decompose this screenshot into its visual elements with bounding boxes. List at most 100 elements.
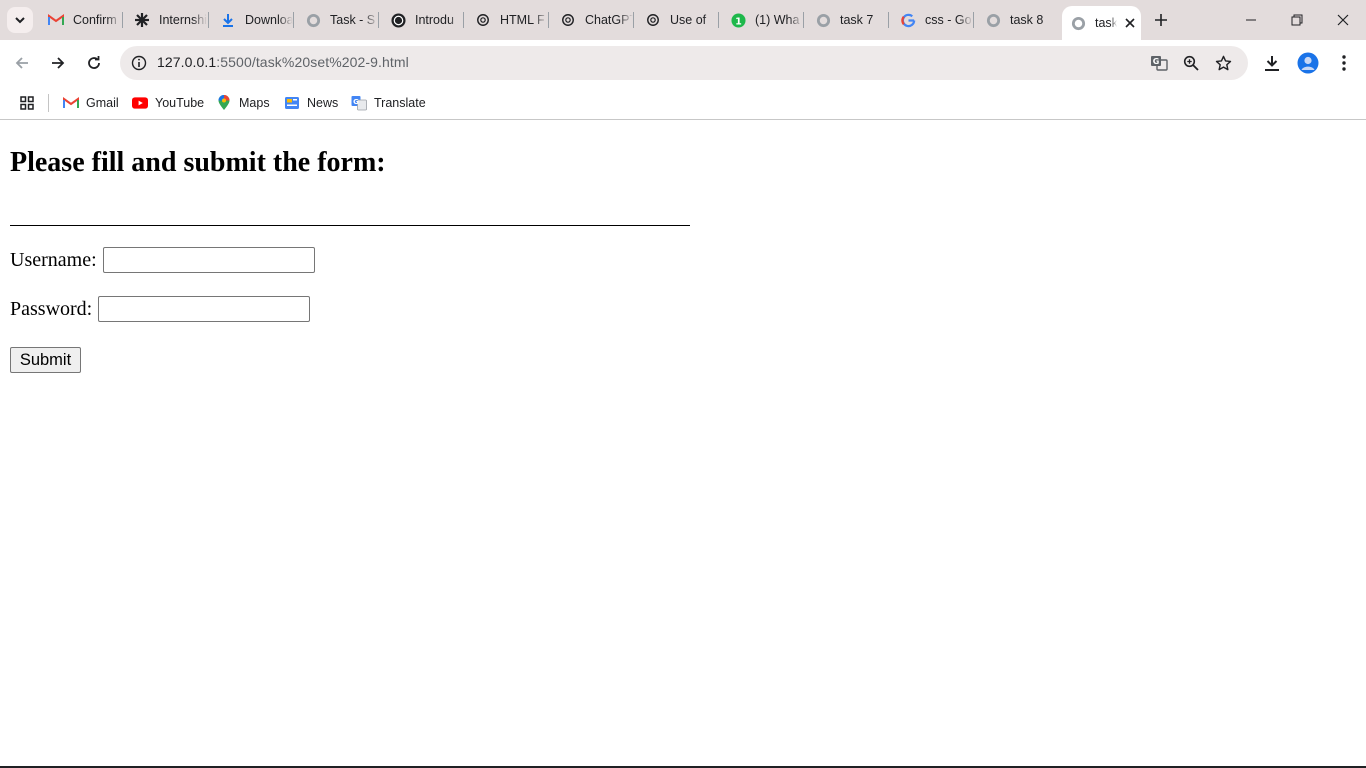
page-content: Please fill and submit the form: Usernam… <box>0 121 1366 766</box>
gmail-icon <box>48 12 64 28</box>
tab-5[interactable]: HTML F <box>475 0 548 40</box>
tab-title: Use of <box>670 13 707 27</box>
minimize-button[interactable] <box>1228 0 1274 40</box>
restore-icon <box>1291 14 1303 26</box>
tab-strip: Confirm Internship Downloads Task - S In… <box>0 0 1366 40</box>
tab-separator <box>888 12 889 28</box>
site-info-button[interactable] <box>126 50 152 76</box>
tab-title: Internship <box>159 13 207 27</box>
bookmark-translate[interactable]: G Translate <box>351 92 426 114</box>
bookmarks-bar: Gmail YouTube Maps News G Translate <box>0 86 1366 120</box>
tab-0[interactable]: Confirm <box>48 0 121 40</box>
restore-button[interactable] <box>1274 0 1320 40</box>
arrow-right-icon <box>52 57 65 69</box>
tab-separator <box>718 12 719 28</box>
google-icon <box>900 12 916 28</box>
back-button[interactable] <box>6 47 38 79</box>
bookmark-star-button[interactable] <box>1211 51 1235 75</box>
tab-2[interactable]: Downloads <box>220 0 293 40</box>
tab-title: Downloads <box>245 13 293 27</box>
tab-1[interactable]: Internship <box>134 0 207 40</box>
bookmark-label: YouTube <box>155 96 205 110</box>
tab-separator <box>293 12 294 28</box>
bookmark-maps[interactable]: Maps <box>216 92 270 114</box>
globe-icon <box>305 12 321 28</box>
bookmark-label: Maps <box>239 96 270 110</box>
tab-7[interactable]: Use of <box>645 0 718 40</box>
news-icon <box>284 95 300 111</box>
bookmark-youtube[interactable]: YouTube <box>132 92 204 114</box>
tab-title: task <box>1095 16 1117 30</box>
chevron-down-icon <box>15 17 25 24</box>
minimize-icon <box>1246 19 1256 21</box>
tab-title: task 8 <box>1010 13 1044 27</box>
toolbar: 127.0.0.1:5500/task%20set%202-9.html G <box>0 40 1366 86</box>
tab-title: css - Go <box>925 13 972 27</box>
zoom-in-icon <box>1183 55 1199 71</box>
tab-active[interactable]: task <box>1062 6 1141 40</box>
zoom-button[interactable] <box>1179 51 1203 75</box>
plus-icon <box>1155 14 1167 26</box>
username-label: Username: <box>10 248 97 271</box>
username-input[interactable] <box>102 247 315 273</box>
youtube-icon <box>132 95 148 111</box>
tab-title: HTML F <box>500 13 545 27</box>
address-bar[interactable]: 127.0.0.1:5500/task%20set%202-9.html G <box>120 46 1248 80</box>
tab-3[interactable]: Task - S <box>305 0 378 40</box>
url-text[interactable]: 127.0.0.1:5500/task%20set%202-9.html <box>157 54 409 70</box>
tab-4[interactable]: Introdu <box>390 0 463 40</box>
tab-separator <box>208 12 209 28</box>
bookmark-label: Translate <box>374 96 426 110</box>
close-tab-icon[interactable] <box>1125 18 1135 28</box>
download-icon <box>220 12 236 28</box>
profile-button[interactable] <box>1292 47 1324 79</box>
menu-button[interactable] <box>1328 47 1360 79</box>
close-icon <box>1337 14 1349 26</box>
apps-grid-icon <box>20 96 34 110</box>
submit-button[interactable]: Submit <box>10 347 81 373</box>
forward-button[interactable] <box>42 47 74 79</box>
tab-search-button[interactable] <box>7 7 33 33</box>
openai-icon <box>560 12 576 28</box>
close-window-button[interactable] <box>1320 0 1366 40</box>
maps-icon <box>216 95 232 111</box>
tab-6[interactable]: ChatGPT <box>560 0 633 40</box>
bookmarks-divider <box>48 94 49 112</box>
bookmark-news[interactable]: News <box>284 92 338 114</box>
globe-icon <box>985 12 1001 28</box>
apps-button[interactable] <box>16 92 38 114</box>
divider <box>10 225 690 226</box>
tab-separator <box>548 12 549 28</box>
tab-separator <box>973 12 974 28</box>
url-host: 127.0.0.1 <box>157 54 217 70</box>
gmail-icon <box>63 95 79 111</box>
downloads-button[interactable] <box>1256 47 1288 79</box>
new-tab-button[interactable] <box>1149 8 1173 32</box>
password-label: Password: <box>10 297 93 320</box>
translate-page-button[interactable]: G <box>1147 51 1171 75</box>
arrow-left-icon <box>15 57 28 69</box>
globe-icon <box>1070 15 1086 31</box>
tab-title: Introdu <box>415 13 454 27</box>
tab-11[interactable]: task 8 <box>985 0 1058 40</box>
openai-icon <box>645 12 661 28</box>
tab-9[interactable]: task 7 <box>815 0 888 40</box>
openai-icon <box>475 12 491 28</box>
username-row: Username: <box>10 247 315 273</box>
download-icon <box>1265 56 1279 71</box>
spark-icon <box>134 12 150 28</box>
password-input[interactable] <box>98 296 311 322</box>
openai-icon <box>390 12 406 28</box>
password-row: Password: <box>10 296 311 322</box>
reload-button[interactable] <box>78 47 110 79</box>
globe-icon <box>815 12 831 28</box>
tab-separator <box>463 12 464 28</box>
bookmark-label: News <box>307 96 339 110</box>
reload-icon <box>88 56 100 69</box>
tab-8[interactable]: 1 (1) Wha <box>730 0 803 40</box>
bookmark-gmail[interactable]: Gmail <box>63 92 119 114</box>
translate-icon: G <box>1151 56 1168 71</box>
tab-10[interactable]: css - Go <box>900 0 973 40</box>
tab-title: ChatGPT <box>585 13 633 27</box>
tab-title: task 7 <box>840 13 874 27</box>
